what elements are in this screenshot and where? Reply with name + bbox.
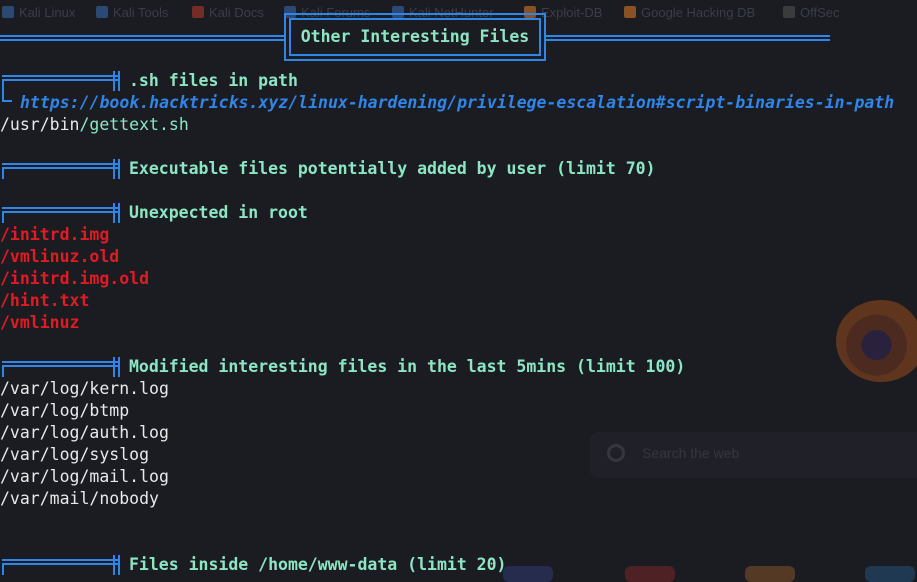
root-file-item: /vmlinuz.old xyxy=(0,247,120,266)
modified-file-item: /var/log/kern.log xyxy=(0,379,169,398)
modified-file-item: /var/log/auth.log xyxy=(0,423,169,442)
offsec-icon xyxy=(783,6,795,18)
kali-icon xyxy=(96,6,108,18)
root-file-item: /initrd.img.old xyxy=(0,269,150,288)
browser-search-box[interactable] xyxy=(590,432,917,478)
modified-file-item: /var/mail/nobody xyxy=(0,489,159,508)
kali-icon xyxy=(2,6,14,18)
firefox-logo-icon xyxy=(836,300,917,382)
sh-file-entry: /usr/bin/gettext.sh xyxy=(0,114,189,136)
modified-file-item: /var/log/btmp xyxy=(0,401,130,420)
section-title-home-files: Files inside /home/www-data (limit 20) xyxy=(129,555,507,574)
ghdb-icon xyxy=(624,6,636,18)
bookmark-google-hacking-db[interactable]: Google Hacking DB xyxy=(624,5,755,21)
banner-title: Other Interesting Files xyxy=(300,27,530,46)
section-title-executable-files: Executable files potentially added by us… xyxy=(129,159,656,178)
banner-rule-right xyxy=(546,35,830,37)
bookmark-offsec[interactable]: OffSec xyxy=(783,5,840,21)
hacktricks-link[interactable]: https://book.hacktricks.xyz/linux-harden… xyxy=(20,92,894,114)
section-title-modified-files: Modified interesting files in the last 5… xyxy=(129,357,686,376)
shortcut-tile[interactable] xyxy=(625,566,675,582)
section-title-sh-files: .sh files in path xyxy=(129,71,298,90)
banner-rule-left xyxy=(0,35,284,37)
section-marker xyxy=(2,357,120,377)
section-marker xyxy=(2,159,120,179)
root-file-item: /initrd.img xyxy=(0,225,110,244)
sh-file-dir: /usr/bin xyxy=(0,115,80,134)
shortcut-tile[interactable] xyxy=(745,566,795,582)
bookmark-kali-tools[interactable]: Kali Tools xyxy=(96,5,168,21)
section-marker xyxy=(2,203,120,223)
google-icon xyxy=(607,444,625,462)
banner-rule-left xyxy=(0,39,284,41)
shortcut-tile[interactable] xyxy=(865,566,915,582)
modified-file-item: /var/log/syslog xyxy=(0,445,150,464)
browser-search-placeholder: Search the web xyxy=(642,445,740,461)
section-marker xyxy=(2,71,120,91)
section-title-unexpected-root: Unexpected in root xyxy=(129,203,308,222)
banner-rule-right xyxy=(546,39,830,41)
bookmark-kali-docs[interactable]: Kali Docs xyxy=(192,5,264,21)
link-corner-marker xyxy=(2,90,12,102)
root-file-item: /hint.txt xyxy=(0,291,90,310)
root-file-item: /vmlinuz xyxy=(0,313,80,332)
modified-file-item: /var/log/mail.log xyxy=(0,467,169,486)
bookmark-kali-linux[interactable]: Kali Linux xyxy=(2,5,75,21)
shortcut-tile[interactable] xyxy=(503,566,553,582)
section-marker xyxy=(2,555,120,575)
sh-file-name: /gettext.sh xyxy=(79,115,189,134)
kali-docs-icon xyxy=(192,6,204,18)
